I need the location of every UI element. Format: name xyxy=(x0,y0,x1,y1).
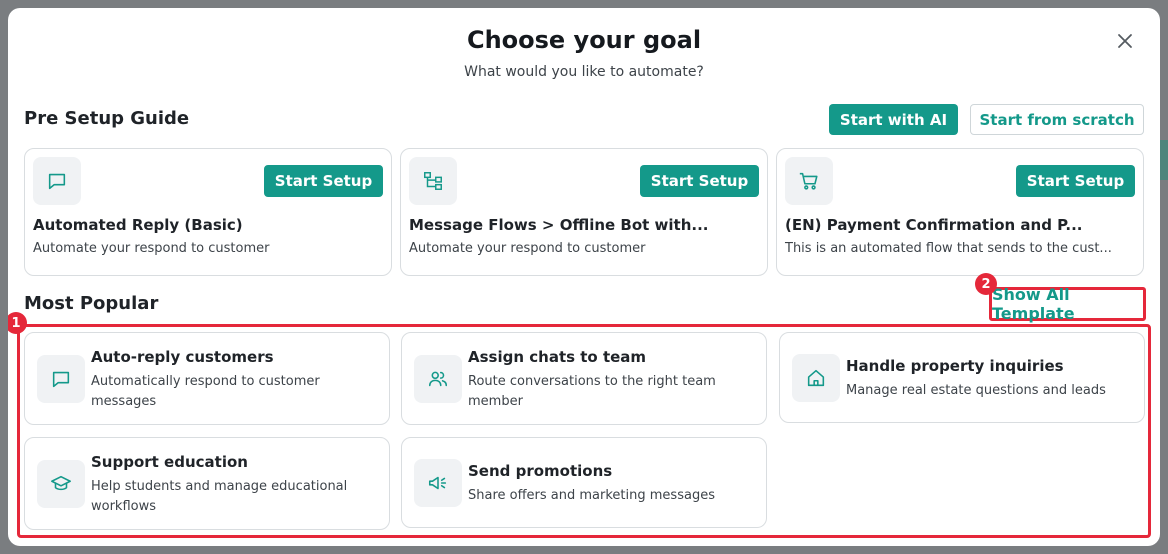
guide-card-title: Message Flows > Offline Bot with... xyxy=(409,216,709,234)
flow-icon xyxy=(409,157,457,205)
megaphone-icon xyxy=(414,459,462,507)
close-icon[interactable] xyxy=(1114,30,1136,52)
guide-card-payment-confirmation[interactable]: Start Setup (EN) Payment Confirmation an… xyxy=(776,148,1144,276)
popular-card-description: Route conversations to the right team me… xyxy=(468,374,716,409)
popular-card-description: Help students and manage educational wor… xyxy=(91,479,348,514)
popular-card-description: Share offers and marketing messages xyxy=(468,488,715,503)
popular-card-title: Handle property inquiries xyxy=(846,357,1064,375)
start-with-ai-button[interactable]: Start with AI xyxy=(829,104,958,135)
popular-card-description: Automatically respond to customer messag… xyxy=(91,374,320,409)
guide-card-automated-reply[interactable]: Start Setup Automated Reply (Basic) Auto… xyxy=(24,148,392,276)
popular-card-title: Auto-reply customers xyxy=(91,348,274,366)
pre-setup-heading: Pre Setup Guide xyxy=(24,108,190,129)
modal-title: Choose your goal xyxy=(466,26,702,54)
most-popular-heading: Most Popular xyxy=(24,293,159,314)
popular-card-title: Assign chats to team xyxy=(468,348,647,366)
popular-card-auto-reply[interactable]: Auto-reply customers Automatically respo… xyxy=(24,332,390,425)
guide-card-description: Automate your respond to customer xyxy=(33,241,270,256)
chat-bubble-icon xyxy=(33,157,81,205)
guide-card-message-flows[interactable]: Start Setup Message Flows > Offline Bot … xyxy=(400,148,768,276)
guide-card-description: Automate your respond to customer xyxy=(409,241,646,256)
graduation-cap-icon xyxy=(37,460,85,508)
guide-card-title: (EN) Payment Confirmation and P... xyxy=(785,216,1083,234)
popular-card-support-education[interactable]: Support education Help students and mana… xyxy=(24,437,390,530)
popular-card-send-promotions[interactable]: Send promotions Share offers and marketi… xyxy=(401,437,767,528)
popular-card-property-inquiries[interactable]: Handle property inquiries Manage real es… xyxy=(779,332,1145,423)
choose-goal-modal: Choose your goal What would you like to … xyxy=(8,8,1160,546)
popular-card-title: Send promotions xyxy=(468,462,613,480)
modal-subtitle: What would you like to automate? xyxy=(464,64,704,80)
start-setup-button[interactable]: Start Setup xyxy=(640,165,759,197)
guide-card-title: Automated Reply (Basic) xyxy=(33,216,243,234)
show-all-template-link[interactable]: Show All Template xyxy=(989,285,1146,323)
house-icon xyxy=(792,354,840,402)
start-setup-button[interactable]: Start Setup xyxy=(264,165,383,197)
cart-icon xyxy=(785,157,833,205)
start-from-scratch-button[interactable]: Start from scratch xyxy=(970,104,1144,135)
chat-bubble-icon xyxy=(37,355,85,403)
guide-card-description: This is an automated flow that sends to … xyxy=(785,241,1112,256)
popular-card-assign-chats[interactable]: Assign chats to team Route conversations… xyxy=(401,332,767,425)
annotation-badge-2: 2 xyxy=(975,273,997,295)
team-icon xyxy=(414,355,462,403)
start-setup-button[interactable]: Start Setup xyxy=(1016,165,1135,197)
popular-card-description: Manage real estate questions and leads xyxy=(846,383,1106,398)
popular-card-title: Support education xyxy=(91,453,248,471)
